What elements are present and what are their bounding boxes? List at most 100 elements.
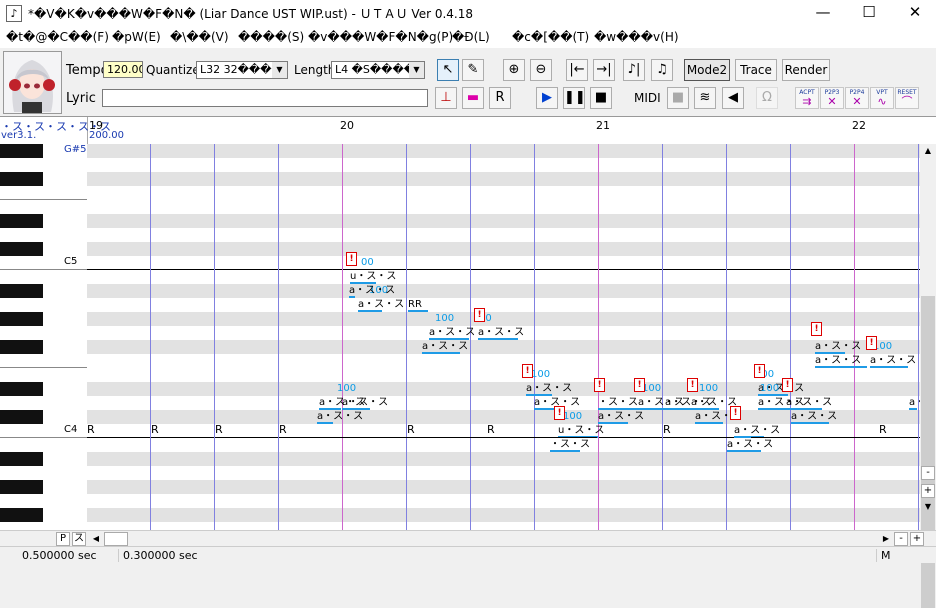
note[interactable]: a・ス・ス (349, 284, 395, 298)
note[interactable]: u・ス・ス (350, 270, 396, 284)
note[interactable]: a・ス・ス (429, 326, 475, 340)
warning-icon[interactable]: ! (554, 406, 565, 420)
menu-playback[interactable]: �Ð(L) (452, 30, 490, 44)
menu-tools[interactable]: �c�[��(T) (512, 30, 589, 44)
tempo-input[interactable]: 120.00 (103, 61, 143, 78)
speaker-button[interactable]: ◀ (722, 87, 744, 109)
note[interactable]: a・ス・ス (870, 354, 916, 368)
reset-button[interactable]: RESET ⌒ (895, 87, 919, 109)
rest-note[interactable]: R (215, 423, 223, 436)
note[interactable]: a・ス・ス (526, 382, 572, 396)
black-key[interactable] (0, 172, 43, 186)
note[interactable]: ・ス・ス (550, 438, 590, 452)
scroll-down-icon[interactable]: ▼ (922, 502, 934, 514)
black-key[interactable] (0, 144, 43, 158)
quantize-dropdown-icon[interactable]: ▼ (272, 62, 287, 78)
piano-roll[interactable]: u・ス・ス 00! a・ス・ス 100 RR a・ス・ス 100 a・ス・ス 00! a・ス・ス a… (87, 144, 920, 530)
menu-file[interactable]: �t�@�C��(F) (6, 30, 109, 44)
split-note-button[interactable]: ♪| (623, 59, 645, 81)
horizontal-scroll-thumb[interactable] (104, 532, 128, 546)
pointer-tool-button[interactable]: ↖ (437, 59, 459, 81)
note[interactable]: a・ス・ス (317, 410, 363, 424)
warning-icon[interactable]: ! (730, 406, 741, 420)
pencil-tool-button[interactable]: ✎ (462, 59, 484, 81)
scroll-right-icon[interactable]: ▶ (880, 532, 892, 546)
rest-note[interactable]: R (663, 423, 671, 436)
rest-note[interactable]: R (879, 423, 887, 436)
measure-ruler[interactable]: ・ス・ス・ス・ス・ス ver3.1. 200.00 19 20 21 22 (0, 116, 936, 146)
envelope-toggle-button[interactable]: ス (72, 532, 86, 546)
note[interactable]: RR (408, 298, 428, 312)
note[interactable]: a・ス・ス (815, 354, 867, 368)
insert-lyric-button[interactable]: ⊥ (435, 87, 457, 109)
black-key[interactable] (0, 508, 43, 522)
zoom-h-plus-button[interactable]: + (910, 532, 924, 546)
note[interactable]: a・ス・ス (727, 438, 773, 452)
black-key[interactable] (0, 214, 43, 228)
scroll-left-icon[interactable]: ◀ (90, 532, 102, 546)
warning-icon[interactable]: ! (754, 364, 765, 378)
rest-note[interactable]: R (407, 423, 415, 436)
zoom-v-plus-button[interactable]: + (921, 484, 935, 498)
note[interactable]: a・ス・ス (909, 396, 920, 410)
note[interactable]: a・ス・ス (478, 326, 524, 340)
lyric-input[interactable] (102, 89, 428, 107)
black-key[interactable] (0, 340, 43, 354)
note[interactable]: a・ス・ス (358, 298, 404, 312)
menu-insert[interactable]: ����(S) (238, 30, 304, 44)
acpt-button[interactable]: ACPT ⇉ (795, 87, 819, 109)
minimize-button[interactable]: — (800, 0, 846, 26)
black-key[interactable] (0, 480, 43, 494)
note[interactable]: a・ス・ス (791, 410, 837, 424)
headphone-button[interactable]: Ω (756, 87, 778, 109)
voicebank-avatar[interactable] (3, 51, 62, 114)
apply-lyric-button[interactable]: ▬ (462, 87, 484, 109)
rest-note[interactable]: R (487, 423, 495, 436)
length-dropdown-icon[interactable]: ▼ (409, 62, 424, 78)
go-start-button[interactable]: |← (566, 59, 588, 81)
black-key[interactable] (0, 284, 43, 298)
zoom-out-button[interactable]: ⊖ (530, 59, 552, 81)
menu-edit[interactable]: �pW(E) (112, 30, 161, 44)
warning-icon[interactable]: ! (687, 378, 698, 392)
zoom-v-minus-button[interactable]: - (921, 466, 935, 480)
vpt-button[interactable]: VPT ∿ (870, 87, 894, 109)
rest-note[interactable]: R (87, 423, 95, 436)
warning-icon[interactable]: ! (594, 378, 605, 392)
note[interactable]: a・ス・ス (598, 410, 644, 424)
black-key[interactable] (0, 312, 43, 326)
warning-icon[interactable]: ! (522, 364, 533, 378)
warning-icon[interactable]: ! (811, 322, 822, 336)
p2p3-button[interactable]: P2P3 ✕ (820, 87, 844, 109)
scroll-up-icon[interactable]: ▲ (922, 146, 934, 158)
black-key[interactable] (0, 410, 43, 424)
note[interactable]: a・ス・ス (786, 396, 832, 410)
midi-record-button[interactable]: ■ (667, 87, 689, 109)
pitch-toggle-button[interactable]: P (56, 532, 70, 546)
merge-note-button[interactable]: ♫ (651, 59, 673, 81)
piano-keyboard[interactable] (0, 144, 87, 530)
go-end-button[interactable]: →| (593, 59, 615, 81)
maximize-button[interactable]: ☐ (846, 0, 892, 26)
note[interactable]: ・ス・ス (598, 396, 640, 410)
zoom-in-button[interactable]: ⊕ (503, 59, 525, 81)
render-button[interactable]: Render (782, 59, 830, 81)
note[interactable]: a・ス・ス (422, 340, 468, 354)
close-button[interactable]: ✕ (892, 0, 936, 26)
black-key[interactable] (0, 382, 43, 396)
play-button[interactable]: ▶ (536, 87, 558, 109)
note[interactable]: a・ス・ス (342, 396, 388, 410)
lyric-R-button[interactable]: R (489, 87, 511, 109)
midi-input-button[interactable]: ≋ (694, 87, 716, 109)
note[interactable]: a・ス・ス (815, 340, 861, 354)
vertical-scrollbar[interactable]: ▲ - + ▼ (920, 144, 936, 608)
black-key[interactable] (0, 452, 43, 466)
warning-icon[interactable]: ! (782, 378, 793, 392)
warning-icon[interactable]: ! (346, 252, 357, 266)
note[interactable]: u・ス・ス (558, 424, 604, 438)
menu-help[interactable]: �w���v(H) (594, 30, 679, 44)
rest-note[interactable]: R (279, 423, 287, 436)
note[interactable]: a・ス・ス (734, 424, 780, 438)
zoom-h-minus-button[interactable]: - (894, 532, 908, 546)
stop-button[interactable]: ■ (590, 87, 612, 109)
